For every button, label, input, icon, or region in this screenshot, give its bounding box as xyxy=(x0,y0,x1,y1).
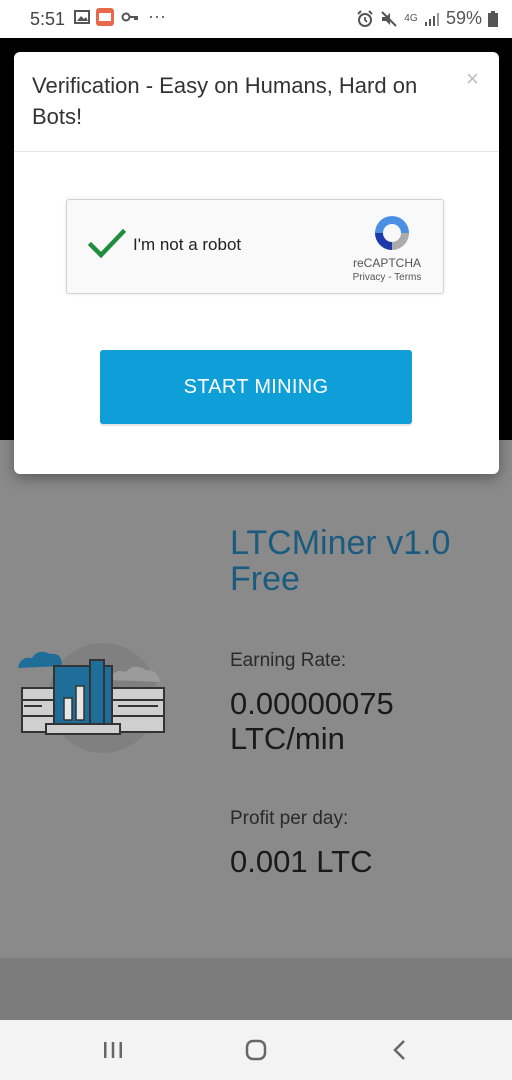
recent-apps-icon[interactable] xyxy=(95,1032,131,1068)
not-a-robot-label: I'm not a robot xyxy=(133,235,242,254)
key-icon xyxy=(121,12,138,22)
status-time: 5:51 xyxy=(30,9,66,29)
status-right: 4G 59% xyxy=(356,8,498,29)
signal-icon xyxy=(424,12,439,26)
earning-rate-label: Earning Rate: xyxy=(230,650,347,671)
network-type: 4G xyxy=(404,12,418,24)
app-icon xyxy=(96,8,114,26)
navigation-bar xyxy=(0,1020,512,1080)
app-footer-area xyxy=(0,958,512,1020)
profit-per-day-value: 0.001 LTC xyxy=(230,844,373,879)
recaptcha-logo-icon xyxy=(375,216,409,250)
checkmark-icon[interactable] xyxy=(87,224,127,264)
verification-dialog: Verification - Easy on Humans, Hard on B… xyxy=(14,52,499,474)
battery-percent: 59% xyxy=(445,8,482,28)
start-mining-button[interactable]: START MINING xyxy=(100,350,412,424)
mute-icon xyxy=(381,10,397,27)
recaptcha-brand: reCAPTCHA xyxy=(352,256,421,270)
earning-rate-value: 0.00000075 LTC/min xyxy=(230,686,394,756)
alarm-icon xyxy=(357,9,373,27)
profit-per-day-label: Profit per day: xyxy=(230,808,349,829)
more-notifications-icon: ··· xyxy=(148,6,166,26)
dialog-divider xyxy=(14,151,499,152)
status-bar: 5:51 ··· 4G 59% xyxy=(0,0,512,38)
close-button[interactable]: × xyxy=(466,66,479,92)
dialog-title: Verification - Easy on Humans, Hard on B… xyxy=(32,73,418,129)
back-icon[interactable] xyxy=(382,1032,418,1068)
app-title: LTCMiner v1.0 Free xyxy=(230,524,451,598)
recaptcha-privacy-terms-link[interactable]: Privacy - Terms xyxy=(337,272,437,283)
image-icon xyxy=(74,10,90,24)
battery-icon xyxy=(488,10,498,27)
mining-server-illustration xyxy=(18,643,165,753)
home-icon[interactable] xyxy=(238,1032,274,1068)
recaptcha-widget: I'm not a robot reCAPTCHA Privacy - Term… xyxy=(66,199,444,294)
